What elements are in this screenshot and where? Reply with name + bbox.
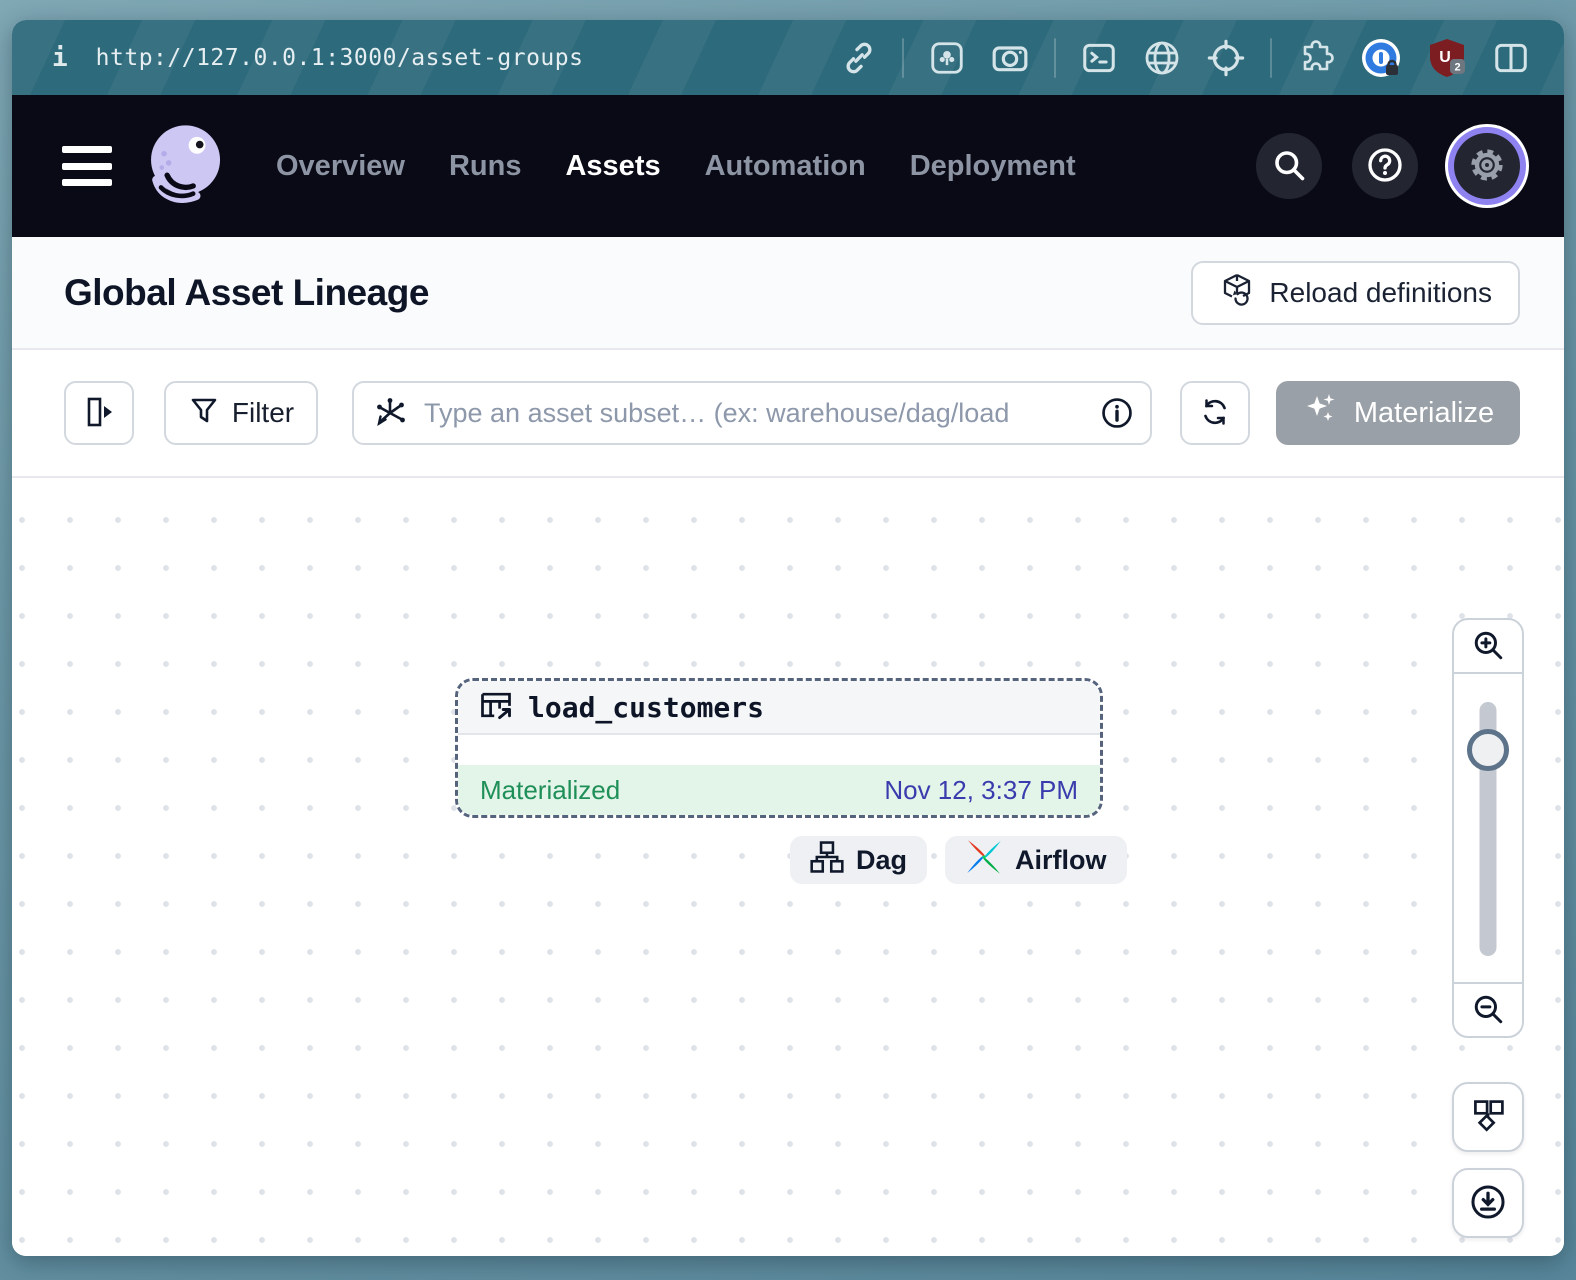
tag-airflow-label: Airflow (1015, 845, 1107, 876)
refresh-icon (1198, 395, 1232, 432)
zoom-slider-handle[interactable] (1467, 729, 1509, 771)
url-field[interactable]: http://127.0.0.1:3000/asset-groups (96, 45, 584, 71)
rearrange-layout-button[interactable] (1452, 1082, 1524, 1152)
nav-item-automation[interactable]: Automation (705, 150, 866, 183)
nav-item-runs[interactable]: Runs (449, 150, 522, 183)
reload-cube-icon (1219, 271, 1255, 314)
asset-node-header: load_customers (458, 681, 1100, 735)
zoom-in-icon (1471, 628, 1505, 665)
settings-button[interactable] (1454, 133, 1520, 199)
settings-gear-icon (1467, 145, 1507, 188)
link-icon[interactable] (840, 39, 878, 77)
tag-airflow[interactable]: Airflow (945, 836, 1127, 884)
asset-node-body (458, 735, 1100, 765)
onepassword-icon[interactable] (1360, 37, 1402, 79)
browser-url-bar: i http://127.0.0.1:3000/asset-groups (12, 20, 1564, 95)
asset-name: load_customers (528, 691, 764, 724)
airflow-icon (965, 838, 1003, 883)
dag-layout-icon (1470, 1098, 1506, 1137)
panel-expand-icon (81, 394, 117, 433)
help-icon (1365, 145, 1405, 188)
asset-node-status-row: Materialized Nov 12, 3:37 PM (458, 765, 1100, 815)
materialize-button[interactable]: Materialize (1276, 381, 1520, 445)
zoom-out-button[interactable] (1452, 982, 1524, 1038)
tag-dag-label: Dag (856, 845, 907, 876)
asset-node-load-customers[interactable]: load_customers Materialized Nov 12, 3:37… (455, 678, 1103, 818)
sparkles-icon (1302, 390, 1340, 436)
materialization-timestamp: Nov 12, 3:37 PM (884, 775, 1078, 806)
filter-label: Filter (232, 397, 294, 429)
puzzle-extensions-icon[interactable] (1296, 38, 1336, 78)
dag-icon (810, 840, 844, 881)
info-icon[interactable] (1100, 396, 1134, 435)
divider (902, 38, 904, 78)
terminal-icon[interactable] (1080, 39, 1118, 77)
reload-definitions-button[interactable]: Reload definitions (1191, 261, 1520, 325)
zoom-controls (1452, 618, 1524, 1038)
materialized-status: Materialized (480, 775, 620, 806)
nav-item-overview[interactable]: Overview (276, 150, 405, 183)
refresh-button[interactable] (1180, 381, 1250, 445)
page-info-icon[interactable]: i (52, 43, 68, 73)
desktop-frame: i http://127.0.0.1:3000/asset-groups (0, 0, 1576, 1280)
dagster-logo[interactable] (138, 120, 230, 212)
page-title: Global Asset Lineage (64, 272, 429, 314)
filter-funnel-icon (188, 394, 220, 433)
split-view-icon[interactable] (1492, 39, 1530, 77)
external-table-icon (478, 687, 514, 728)
asset-subset-search (352, 381, 1152, 445)
tag-dag[interactable]: Dag (790, 836, 927, 884)
asset-subset-input[interactable] (352, 381, 1152, 445)
ublock-badge: 2 (1454, 61, 1460, 73)
divider (1054, 38, 1056, 78)
nav-item-deployment[interactable]: Deployment (910, 150, 1076, 183)
page-header: Global Asset Lineage Reload definitions (12, 237, 1564, 350)
browser-window: i http://127.0.0.1:3000/asset-groups (12, 20, 1564, 1256)
download-icon (1469, 1183, 1507, 1224)
search-icon (1271, 147, 1307, 186)
download-image-button[interactable] (1452, 1168, 1524, 1238)
open-sidebar-button[interactable] (64, 381, 134, 445)
hamburger-menu-icon[interactable] (62, 146, 112, 186)
zoom-in-button[interactable] (1452, 618, 1524, 674)
divider (1270, 38, 1272, 78)
lineage-canvas[interactable]: load_customers Materialized Nov 12, 3:37… (12, 478, 1564, 1256)
flower-extension-icon[interactable] (928, 39, 966, 77)
materialize-label: Materialize (1354, 397, 1494, 430)
help-button[interactable] (1352, 133, 1418, 199)
reload-definitions-label: Reload definitions (1269, 277, 1492, 309)
asset-graph-icon (372, 395, 408, 436)
filter-button[interactable]: Filter (164, 381, 318, 445)
ublock-shield-icon[interactable]: U 2 (1426, 37, 1468, 79)
zoom-out-icon (1471, 992, 1505, 1029)
zoom-slider (1452, 672, 1524, 984)
globe-icon[interactable] (1142, 38, 1182, 78)
search-button[interactable] (1256, 133, 1322, 199)
svg-text:U: U (1439, 49, 1451, 66)
asset-tags: Dag Airfl (790, 836, 1127, 884)
primary-nav: Overview Runs Assets Automation Deployme… (276, 150, 1076, 183)
nav-item-assets[interactable]: Assets (565, 150, 660, 183)
lineage-toolbar: Filter (12, 350, 1564, 478)
target-icon[interactable] (1206, 38, 1246, 78)
app-nav-bar: Overview Runs Assets Automation Deployme… (12, 95, 1564, 237)
camera-icon[interactable] (990, 38, 1030, 78)
